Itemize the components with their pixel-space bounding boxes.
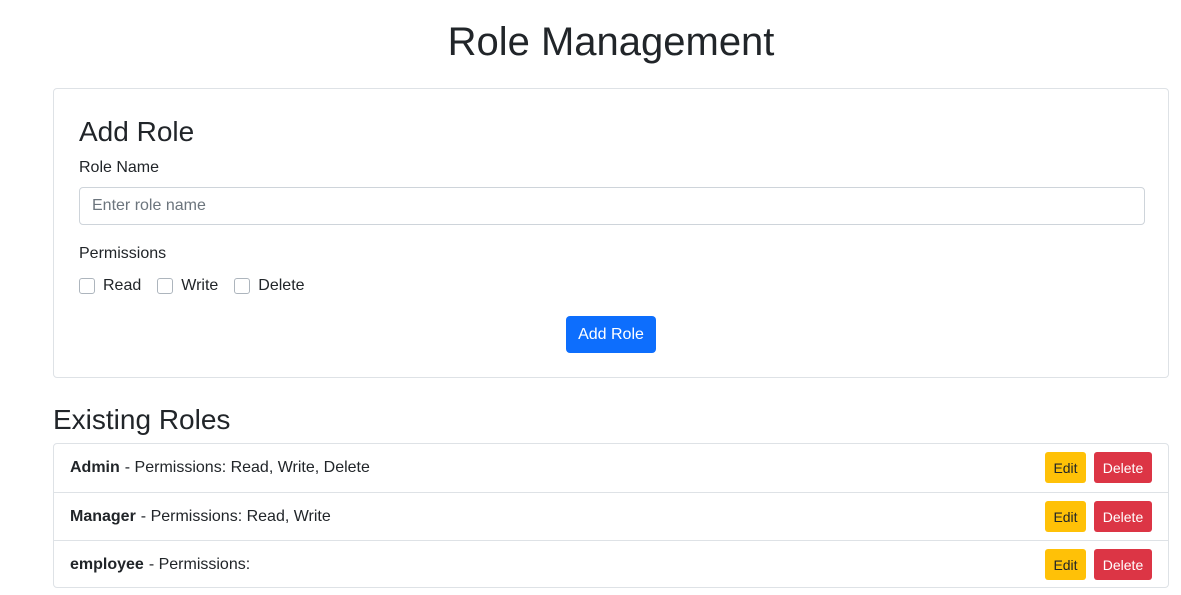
permission-write[interactable]: Write [157, 276, 218, 296]
list-item: employee - Permissions: Edit Delete [54, 540, 1168, 588]
add-role-title: Add Role [79, 116, 195, 147]
delete-checkbox[interactable] [234, 278, 251, 294]
role-name: employee [70, 555, 144, 573]
role-name: Admin [70, 459, 120, 476]
delete-button[interactable]: Delete [1094, 549, 1152, 580]
add-role-button[interactable]: Add Role [566, 316, 656, 353]
permission-delete[interactable]: Delete [234, 276, 305, 296]
role-permissions: - Permissions: [148, 555, 251, 573]
permissions-checkboxes: Read Write Delete [79, 276, 321, 296]
row-actions: Edit Delete [1045, 501, 1152, 532]
edit-button[interactable]: Edit [1045, 501, 1086, 532]
read-label[interactable]: Read [103, 276, 141, 296]
page-title: Role Management [447, 20, 775, 64]
edit-button[interactable]: Edit [1045, 549, 1086, 580]
role-name-input[interactable] [79, 187, 1145, 225]
permission-read[interactable]: Read [79, 276, 141, 296]
role-name-label: Role Name [79, 159, 160, 176]
list-item: Manager - Permissions: Read, Write Edit … [54, 492, 1168, 540]
delete-button[interactable]: Delete [1094, 452, 1152, 483]
write-checkbox[interactable] [157, 278, 174, 294]
permissions-label: Permissions [79, 245, 167, 262]
list-item: Admin - Permissions: Read, Write, Delete… [54, 444, 1168, 492]
existing-roles-title: Existing Roles [53, 404, 231, 435]
roles-list: Admin - Permissions: Read, Write, Delete… [53, 443, 1169, 588]
role-permissions: - Permissions: Read, Write [140, 507, 331, 525]
write-label[interactable]: Write [181, 276, 218, 296]
row-actions: Edit Delete [1045, 549, 1152, 580]
delete-label[interactable]: Delete [258, 276, 304, 296]
edit-button[interactable]: Edit [1045, 452, 1086, 483]
role-name: Manager [70, 507, 136, 525]
add-role-card: Add Role Role Name Permissions Read Writ… [53, 88, 1169, 378]
read-checkbox[interactable] [79, 278, 95, 294]
delete-button[interactable]: Delete [1094, 501, 1152, 532]
role-permissions: - Permissions: Read, Write, Delete [124, 459, 370, 476]
row-actions: Edit Delete [1045, 452, 1152, 483]
